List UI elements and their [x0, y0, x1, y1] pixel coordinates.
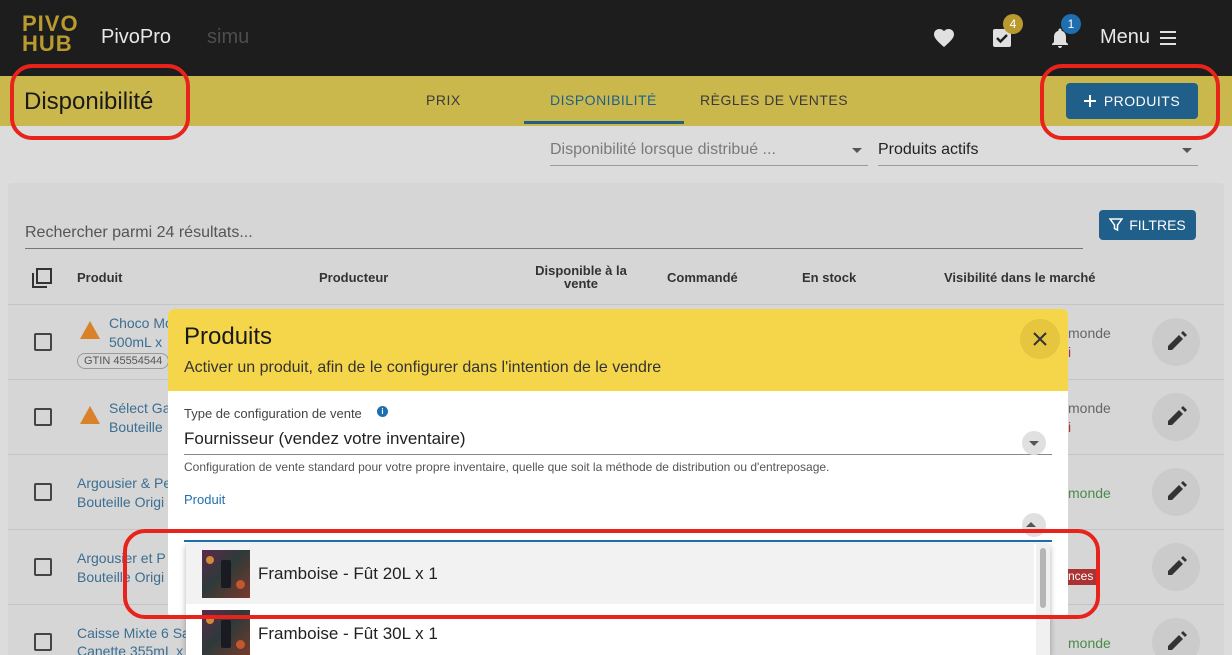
close-icon [1033, 332, 1047, 346]
pencil-icon [1168, 406, 1187, 425]
row-checkbox[interactable] [34, 408, 52, 426]
product-field-label: Produit [184, 492, 226, 507]
tab-prix[interactable]: PRIX [426, 92, 461, 108]
edit-button[interactable] [1152, 468, 1200, 516]
distribution-select-value: Disponibilité lorsque distribué ... [550, 141, 776, 158]
dialog-header: Produits Activer un produit, afin de le … [168, 309, 1068, 391]
gtin-chip: GTIN 45554544 [77, 353, 170, 369]
column-header-available[interactable]: Disponible à la vente [531, 264, 631, 290]
visibility-text: monde [1068, 325, 1111, 341]
column-header-in-stock[interactable]: En stock [802, 270, 856, 285]
row-checkbox[interactable] [34, 558, 52, 576]
app-name: PivoPro [101, 26, 172, 48]
main-menu-button[interactable]: Menu [1100, 26, 1178, 49]
visibility-text: monde [1068, 400, 1111, 416]
pencil-icon [1168, 331, 1187, 350]
tasks-count-badge: 4 [1003, 14, 1023, 34]
warning-icon [80, 321, 100, 339]
product-format-text: Canette 355mL x [77, 643, 184, 655]
product-name-link[interactable]: Sélect Ga [109, 400, 170, 416]
chevron-down-icon [1029, 441, 1039, 446]
close-dialog-button[interactable] [1020, 319, 1060, 359]
warning-icon [80, 406, 100, 424]
product-format-text: 500mL x [109, 334, 163, 350]
search-input[interactable]: Rechercher parmi 24 résultats... [25, 218, 1083, 249]
column-header-product[interactable]: Produit [77, 270, 123, 285]
row-checkbox[interactable] [34, 483, 52, 501]
hamburger-icon [1160, 30, 1177, 45]
edit-button[interactable] [1152, 393, 1200, 441]
funnel-icon [1109, 218, 1124, 232]
column-header-available-line2: vente [564, 276, 598, 291]
filters-button[interactable]: FILTRES [1099, 210, 1196, 240]
pencil-icon [1168, 481, 1187, 500]
edit-button[interactable] [1152, 618, 1200, 655]
select-all-icon[interactable] [32, 268, 52, 288]
annotation-add-products-highlight [1040, 64, 1220, 140]
notifications-count-badge: 1 [1061, 14, 1081, 34]
visibility-text: monde [1068, 635, 1111, 651]
top-app-bar: PIVO HUB PivoPro simu 4 1 Menu [0, 0, 1232, 76]
column-header-visibility[interactable]: Visibilité dans le marché [944, 270, 1096, 285]
organization-name: simu [207, 26, 250, 48]
product-format-text: Bouteille Origi [77, 494, 165, 510]
dropdown-arrow-icon [852, 148, 862, 153]
pencil-icon [1168, 556, 1187, 575]
active-tab-indicator [524, 121, 684, 124]
filters-label: FILTRES [1129, 217, 1186, 233]
pencil-icon [1168, 631, 1187, 650]
status-select-value: Produits actifs [878, 141, 979, 158]
row-checkbox[interactable] [34, 633, 52, 651]
product-name-link[interactable]: Caisse Mixte 6 Sa [77, 625, 190, 641]
column-header-producer[interactable]: Producteur [319, 270, 388, 285]
tab-regles-de-ventes[interactable]: RÈGLES DE VENTES [700, 92, 848, 108]
chevron-up-icon[interactable] [1026, 522, 1036, 527]
visibility-text: monde [1068, 485, 1111, 501]
sale-config-value: Fournisseur (vendez votre inventaire) [184, 429, 466, 448]
dialog-subtitle: Activer un produit, afin de le configure… [184, 359, 662, 376]
heart-icon[interactable] [932, 26, 956, 50]
tab-disponibilite[interactable]: DISPONIBILITÉ [550, 92, 657, 108]
sale-config-help: Configuration de vente standard pour vot… [184, 460, 830, 474]
info-icon[interactable]: i [377, 406, 388, 417]
sale-config-select[interactable]: Fournisseur (vendez votre inventaire) [184, 427, 1052, 455]
annotation-title-highlight [10, 64, 190, 140]
row-checkbox[interactable] [34, 333, 52, 351]
menu-label: Menu [1100, 26, 1151, 48]
column-header-ordered[interactable]: Commandé [667, 270, 738, 285]
product-name-link[interactable]: Argousier & Pe [77, 475, 171, 491]
logo-line-2: HUB [22, 31, 73, 56]
distribution-availability-select[interactable]: Disponibilité lorsque distribué ... [550, 134, 868, 166]
dialog-title: Produits [184, 323, 273, 350]
product-format-text: Bouteille [109, 419, 163, 435]
sale-config-label: Type de configuration de vente [184, 406, 362, 421]
product-name-link[interactable]: Choco Mo [109, 315, 173, 331]
annotation-dropdown-highlight [123, 529, 1100, 619]
visibility-extra-text: i [1068, 344, 1072, 360]
edit-button[interactable] [1152, 543, 1200, 591]
product-option-label: Framboise - Fût 30L x 1 [258, 624, 438, 643]
dropdown-arrow-icon [1182, 148, 1192, 153]
pivohub-logo[interactable]: PIVO HUB [22, 13, 84, 60]
edit-button[interactable] [1152, 318, 1200, 366]
visibility-extra-text: i [1068, 419, 1072, 435]
